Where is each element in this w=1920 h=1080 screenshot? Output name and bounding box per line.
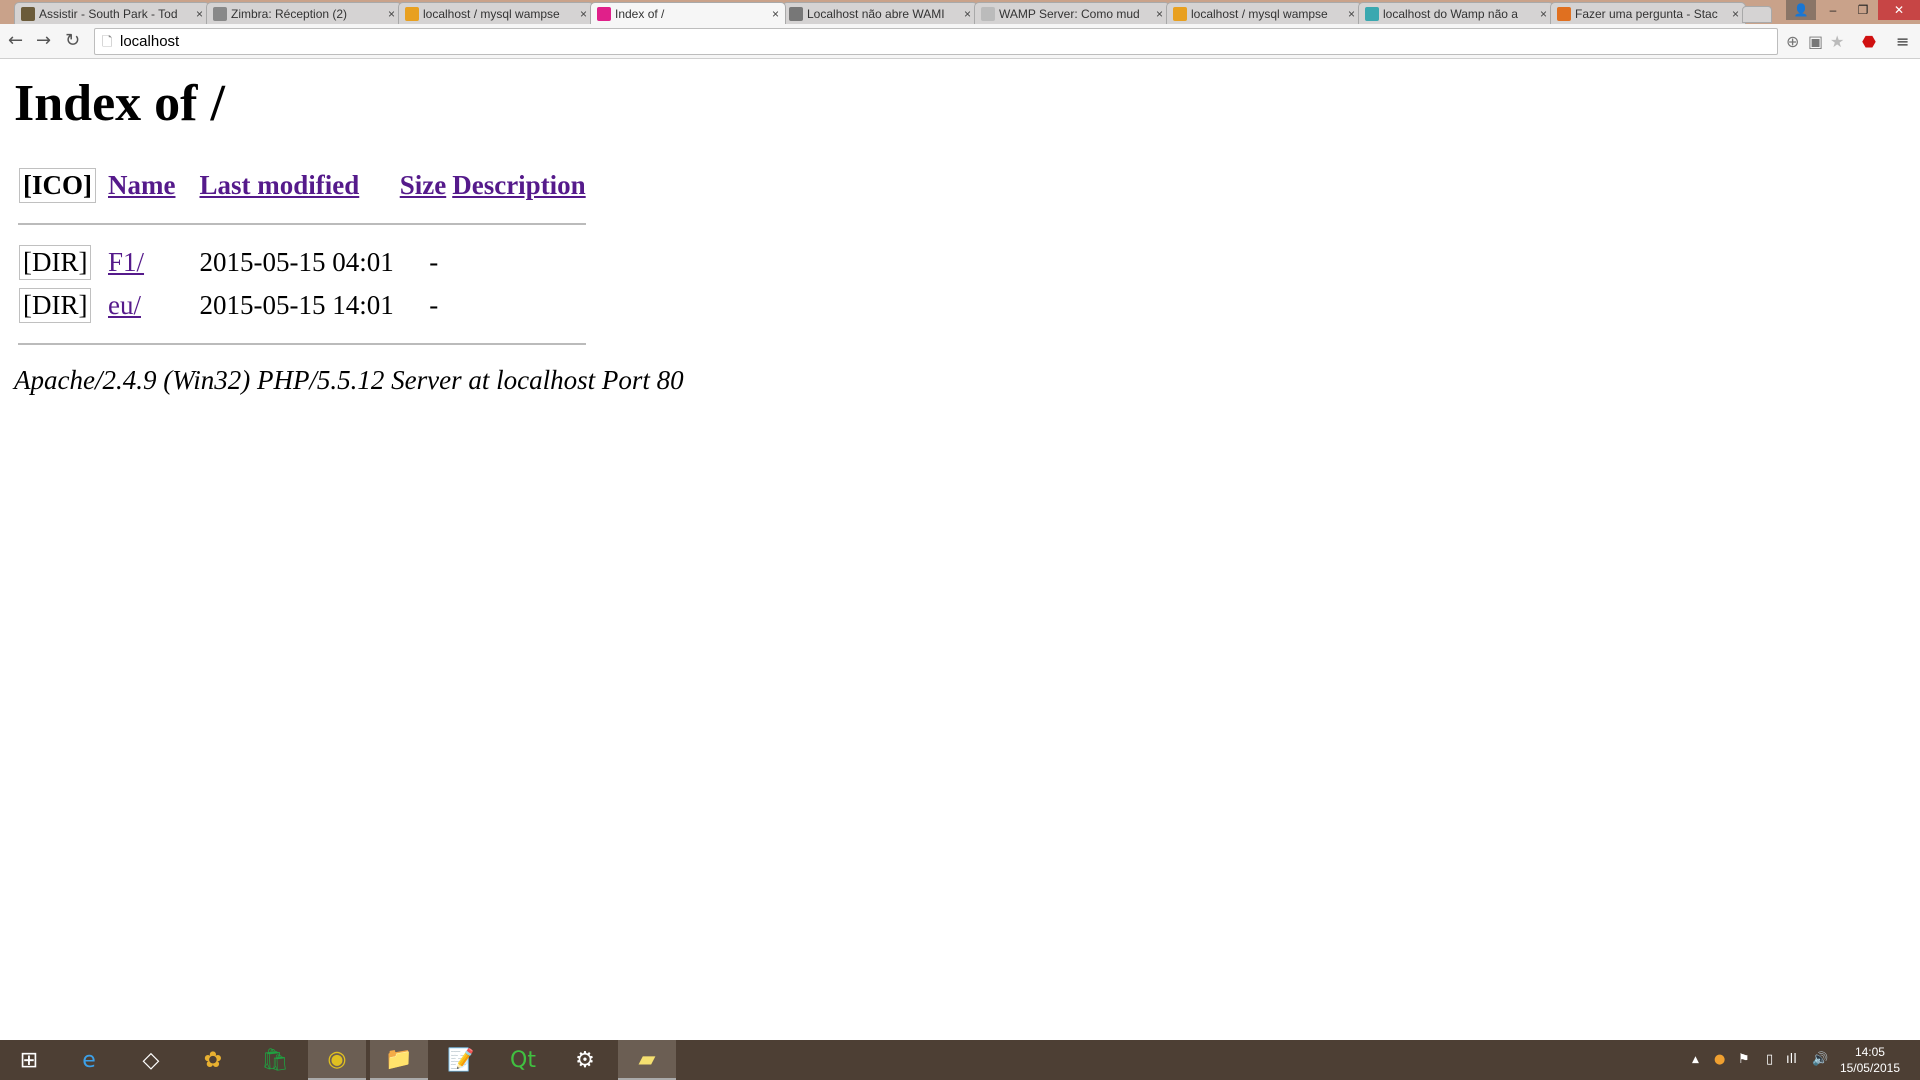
- size: -: [429, 247, 439, 277]
- divider: [18, 223, 586, 225]
- tv-icon: [21, 6, 35, 21]
- phpmyadmin-icon: [1173, 6, 1187, 21]
- size: -: [429, 290, 439, 320]
- sort-by-last-modified[interactable]: Last modified: [199, 170, 359, 200]
- tab[interactable]: Fazer uma pergunta - Stac ×: [1550, 2, 1746, 24]
- tab-title: Assistir - South Park - Tod: [39, 6, 178, 21]
- tab-title: WAMP Server: Como mud: [999, 6, 1140, 21]
- battery-icon[interactable]: ▯: [1766, 1052, 1773, 1067]
- chrome-icon[interactable]: ◉: [308, 1040, 366, 1080]
- tab[interactable]: WAMP Server: Como mud ×: [974, 2, 1170, 24]
- adblock-icon[interactable]: ⬣: [1862, 32, 1876, 51]
- tab-title: localhost / mysql wampse: [1191, 6, 1328, 21]
- description: [452, 284, 591, 327]
- restore-button[interactable]: ❐: [1848, 0, 1878, 20]
- minimize-button[interactable]: –: [1818, 0, 1848, 20]
- close-tab-icon[interactable]: ×: [196, 7, 203, 21]
- close-tab-icon[interactable]: ×: [964, 7, 971, 21]
- sticky-notes-icon[interactable]: ▰: [618, 1040, 676, 1080]
- tab-title: localhost / mysql wampse: [423, 6, 560, 21]
- network-signal-icon[interactable]: ıll: [1786, 1052, 1797, 1067]
- browser-toolbar: ← → ↻ 🗋 localhost ⊕ ▣ ★ ⬣ ≡: [0, 24, 1920, 59]
- volume-icon[interactable]: 🔊: [1812, 1052, 1828, 1067]
- close-tab-icon[interactable]: ×: [580, 7, 587, 21]
- dropbox-icon[interactable]: ◇: [122, 1040, 180, 1080]
- folder-link[interactable]: F1/: [108, 247, 144, 277]
- tab[interactable]: Index of / ×: [590, 2, 786, 24]
- sort-by-description[interactable]: Description: [452, 170, 585, 200]
- forward-icon[interactable]: →: [36, 30, 51, 51]
- dir-image: [DIR]: [19, 288, 92, 323]
- tab-title: Index of /: [615, 6, 665, 21]
- page-icon: [981, 6, 995, 21]
- sort-by-name[interactable]: Name: [108, 170, 175, 200]
- last-modified: 2015-05-15 14:01: [199, 290, 394, 320]
- description: [452, 241, 591, 284]
- picasa-icon[interactable]: ✿: [184, 1040, 242, 1080]
- back-icon[interactable]: ←: [8, 30, 23, 51]
- file-explorer-icon[interactable]: 📁: [370, 1040, 428, 1080]
- close-tab-icon[interactable]: ×: [1156, 7, 1163, 21]
- table-header: [ICO] Name Last modified Size Descriptio…: [14, 164, 592, 207]
- clock[interactable]: 14:05 15/05/2015: [1840, 1044, 1900, 1076]
- stackoverflow-icon: [1557, 6, 1571, 21]
- picasa-tray-icon[interactable]: ●: [1714, 1052, 1725, 1067]
- tab-title: Localhost não abre WAMI: [807, 6, 945, 21]
- action-center-flag-icon[interactable]: ⚑: [1738, 1052, 1750, 1067]
- close-tab-icon[interactable]: ×: [388, 7, 395, 21]
- store-icon[interactable]: 🛍: [246, 1040, 304, 1080]
- time: 14:05: [1854, 1045, 1885, 1059]
- url-text: localhost: [120, 33, 180, 50]
- close-window-button[interactable]: ✕: [1878, 0, 1920, 20]
- sort-by-size[interactable]: Size: [400, 170, 447, 200]
- divider: [18, 343, 586, 345]
- table-row: [DIR] eu/ 2015-05-15 14:01 -: [14, 284, 592, 327]
- bookmark-star-icon[interactable]: ★: [1830, 32, 1844, 51]
- zimbra-icon: [213, 6, 227, 21]
- page-title: Index of /: [14, 75, 225, 132]
- show-hidden-icons[interactable]: ▲: [1692, 1055, 1699, 1065]
- close-tab-icon[interactable]: ×: [1540, 7, 1547, 21]
- tab[interactable]: localhost do Wamp não a ×: [1358, 2, 1554, 24]
- zoom-icon[interactable]: ⊕: [1786, 32, 1799, 51]
- wamp-icon: [597, 6, 611, 21]
- taskbar: ⊞ e ◇ ✿ 🛍 ◉ 📁 📝 Qt ⚙ ▰ ▲ ● ⚑ ▯ ıll 🔊 14:05 15/05/2…: [0, 1040, 1920, 1080]
- close-tab-icon[interactable]: ×: [772, 7, 779, 21]
- close-tab-icon[interactable]: ×: [1732, 7, 1739, 21]
- table-row: [DIR] F1/ 2015-05-15 04:01 -: [14, 241, 592, 284]
- server-signature: Apache/2.4.9 (Win32) PHP/5.5.12 Server a…: [14, 365, 684, 395]
- notepad-icon[interactable]: 📝: [432, 1040, 490, 1080]
- date: 15/05/2015: [1839, 1061, 1900, 1075]
- dir-image: [DIR]: [19, 245, 92, 280]
- directory-listing: [ICO] Name Last modified Size Descriptio…: [14, 164, 592, 361]
- folder-link[interactable]: eu/: [108, 290, 141, 320]
- tab[interactable]: Zimbra: Réception (2) ×: [206, 2, 402, 24]
- steam-icon[interactable]: ⚙: [556, 1040, 614, 1080]
- address-bar[interactable]: 🗋 localhost: [94, 28, 1778, 55]
- tab-title: Zimbra: Réception (2): [231, 6, 348, 21]
- page-icon: 🗋: [102, 34, 113, 49]
- page-content: Index of / [ICO] Name Last modified Size…: [14, 60, 684, 396]
- reload-icon[interactable]: ↻: [65, 30, 80, 51]
- tab[interactable]: Localhost não abre WAMI ×: [782, 2, 978, 24]
- user-profile-button[interactable]: 👤: [1786, 0, 1816, 20]
- puzzle-icon: [1365, 6, 1379, 21]
- start-icon[interactable]: ⊞: [0, 1040, 58, 1080]
- tab[interactable]: localhost / mysql wampse ×: [398, 2, 594, 24]
- last-modified: 2015-05-15 04:01: [199, 247, 394, 277]
- tn-icon: [789, 6, 803, 21]
- extension-icon[interactable]: ▣: [1808, 32, 1823, 51]
- menu-icon[interactable]: ≡: [1896, 32, 1909, 51]
- ico-image: [ICO]: [19, 168, 96, 203]
- close-tab-icon[interactable]: ×: [1348, 7, 1355, 21]
- tab-title: localhost do Wamp não a: [1383, 6, 1518, 21]
- tab[interactable]: localhost / mysql wampse ×: [1166, 2, 1362, 24]
- phpmyadmin-icon: [405, 6, 419, 21]
- tab[interactable]: Assistir - South Park - Tod ×: [14, 2, 210, 24]
- qt-icon[interactable]: Qt: [494, 1040, 552, 1080]
- internet-explorer-icon[interactable]: e: [60, 1040, 118, 1080]
- tab-strip: Assistir - South Park - Tod × Zimbra: Réce…: [0, 0, 1920, 24]
- tab-title: Fazer uma pergunta - Stac: [1575, 6, 1718, 21]
- new-tab-button[interactable]: [1742, 6, 1772, 23]
